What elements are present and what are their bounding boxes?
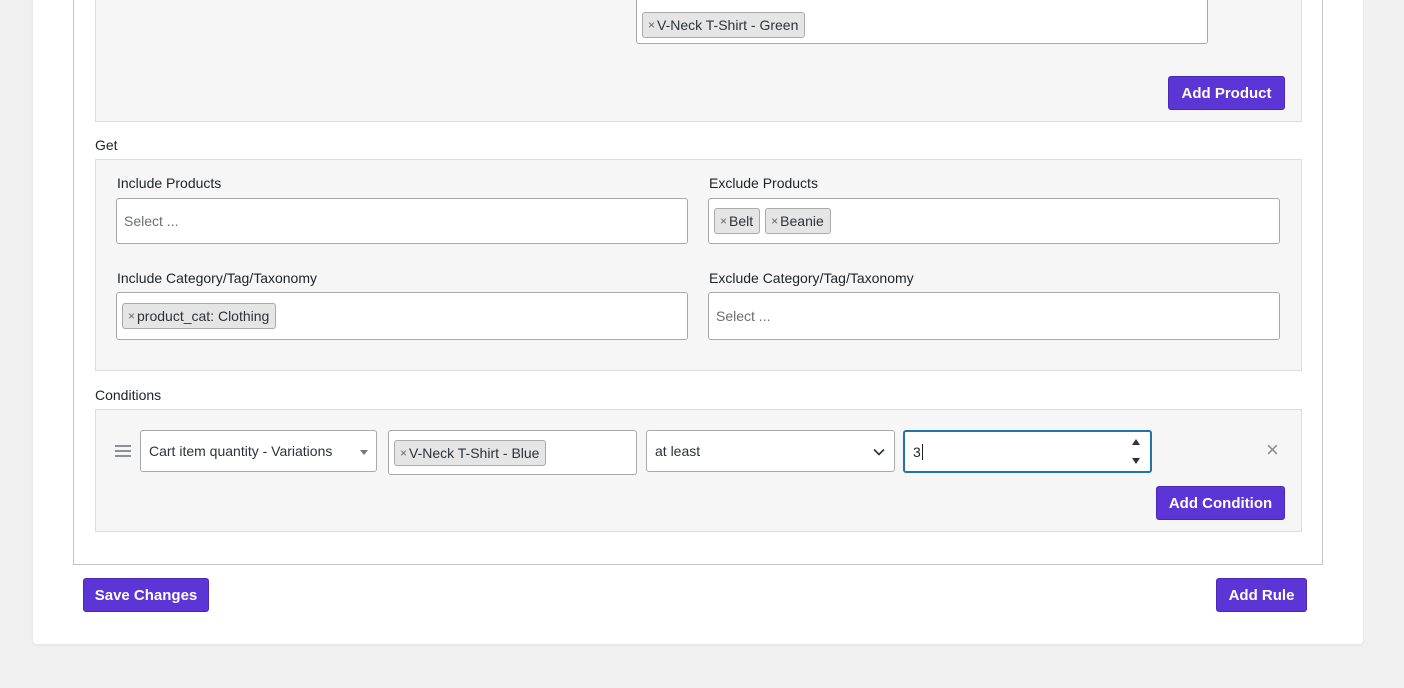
chip-remove-icon[interactable]: × xyxy=(128,309,135,323)
get-section-label: Get xyxy=(95,137,118,153)
include-products-select[interactable]: Select ... xyxy=(116,198,688,244)
include-products-label: Include Products xyxy=(117,175,222,191)
include-products-placeholder: Select ... xyxy=(124,213,179,229)
buy-include-products-select[interactable]: × V-Neck T-Shirt - Green xyxy=(636,0,1208,44)
chip-remove-icon[interactable]: × xyxy=(648,18,655,32)
chip-label: V-Neck T-Shirt - Blue xyxy=(409,444,540,461)
caret-down-icon xyxy=(360,450,368,455)
add-product-button[interactable]: Add Product xyxy=(1168,76,1285,110)
condition-type-value: Cart item quantity - Variations xyxy=(149,443,333,459)
chip-label: Belt xyxy=(729,213,754,229)
product-chip-beanie: × Beanie xyxy=(765,208,831,234)
spin-down-icon[interactable] xyxy=(1132,458,1140,464)
chip-remove-icon[interactable]: × xyxy=(400,446,407,460)
product-chip: × V-Neck T-Shirt - Blue xyxy=(394,439,547,466)
condition-type-select[interactable]: Cart item quantity - Variations xyxy=(140,430,377,472)
exclude-products-select[interactable]: × Belt × Beanie xyxy=(708,198,1280,244)
taxonomy-chip: × product_cat: Clothing xyxy=(122,303,277,329)
condition-operator-select[interactable]: at least xyxy=(646,430,895,472)
chip-label: Beanie xyxy=(780,213,824,229)
quantity-value: 3 xyxy=(913,443,921,460)
drag-handle-icon[interactable] xyxy=(115,445,131,458)
spin-up-icon[interactable] xyxy=(1132,439,1140,445)
chip-remove-icon[interactable]: × xyxy=(720,214,727,228)
exclude-taxonomy-select[interactable]: Select ... xyxy=(708,292,1280,340)
conditions-section-label: Conditions xyxy=(95,387,162,403)
remove-condition-icon[interactable]: × xyxy=(1266,438,1279,462)
add-condition-button[interactable]: Add Condition xyxy=(1156,486,1285,520)
product-chip-belt: × Belt xyxy=(714,208,761,234)
condition-products-select[interactable]: × V-Neck T-Shirt - Blue xyxy=(388,430,637,475)
chip-remove-icon[interactable]: × xyxy=(771,214,778,228)
save-changes-button[interactable]: Save Changes xyxy=(83,578,209,612)
add-rule-button[interactable]: Add Rule xyxy=(1216,578,1307,612)
include-taxonomy-select[interactable]: × product_cat: Clothing xyxy=(116,292,688,340)
condition-operator-value: at least xyxy=(655,443,701,459)
chip-label: product_cat: Clothing xyxy=(137,308,270,324)
chip-label: V-Neck T-Shirt - Green xyxy=(657,17,799,33)
product-chip: × V-Neck T-Shirt - Green xyxy=(642,12,806,38)
chevron-down-icon xyxy=(873,448,885,456)
quantity-input[interactable]: 3 xyxy=(903,430,1152,473)
text-cursor xyxy=(921,443,923,460)
exclude-products-label: Exclude Products xyxy=(709,175,818,191)
exclude-taxonomy-placeholder: Select ... xyxy=(716,308,771,324)
exclude-taxonomy-label: Exclude Category/Tag/Taxonomy xyxy=(709,270,914,286)
include-taxonomy-label: Include Category/Tag/Taxonomy xyxy=(117,270,317,286)
